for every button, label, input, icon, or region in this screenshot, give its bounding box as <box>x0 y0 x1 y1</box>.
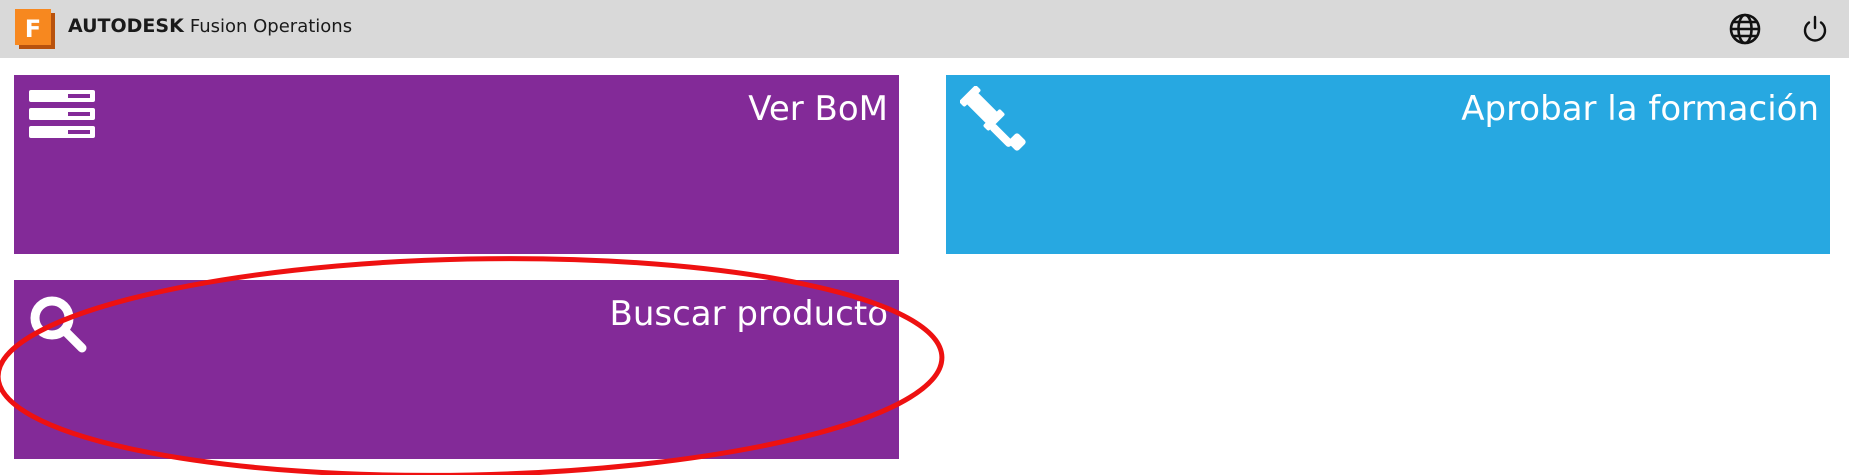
app-title: AUTODESK Fusion Operations <box>68 14 352 38</box>
top-bar: F AUTODESK Fusion Operations <box>0 0 1849 58</box>
tile-buscar-producto[interactable]: Buscar producto <box>14 280 899 459</box>
gavel-icon <box>960 86 1026 151</box>
language-button[interactable] <box>1726 10 1764 48</box>
tile-ver-bom[interactable]: Ver BoM <box>14 75 899 254</box>
logo-letter: F <box>25 15 41 43</box>
tile-aprobar-formacion[interactable]: Aprobar la formación <box>946 75 1830 254</box>
globe-icon <box>1729 13 1761 45</box>
tile-label: Buscar producto <box>609 294 888 334</box>
fusion-logo-icon: F <box>15 9 55 49</box>
power-icon <box>1803 15 1827 42</box>
brand-name: AUTODESK <box>68 15 184 37</box>
product-name: Fusion Operations <box>189 15 353 37</box>
tile-label: Ver BoM <box>748 89 888 129</box>
bom-list-icon <box>29 90 95 138</box>
tile-label: Aprobar la formación <box>1461 89 1819 129</box>
search-icon <box>30 296 87 353</box>
logout-button[interactable] <box>1796 10 1834 48</box>
